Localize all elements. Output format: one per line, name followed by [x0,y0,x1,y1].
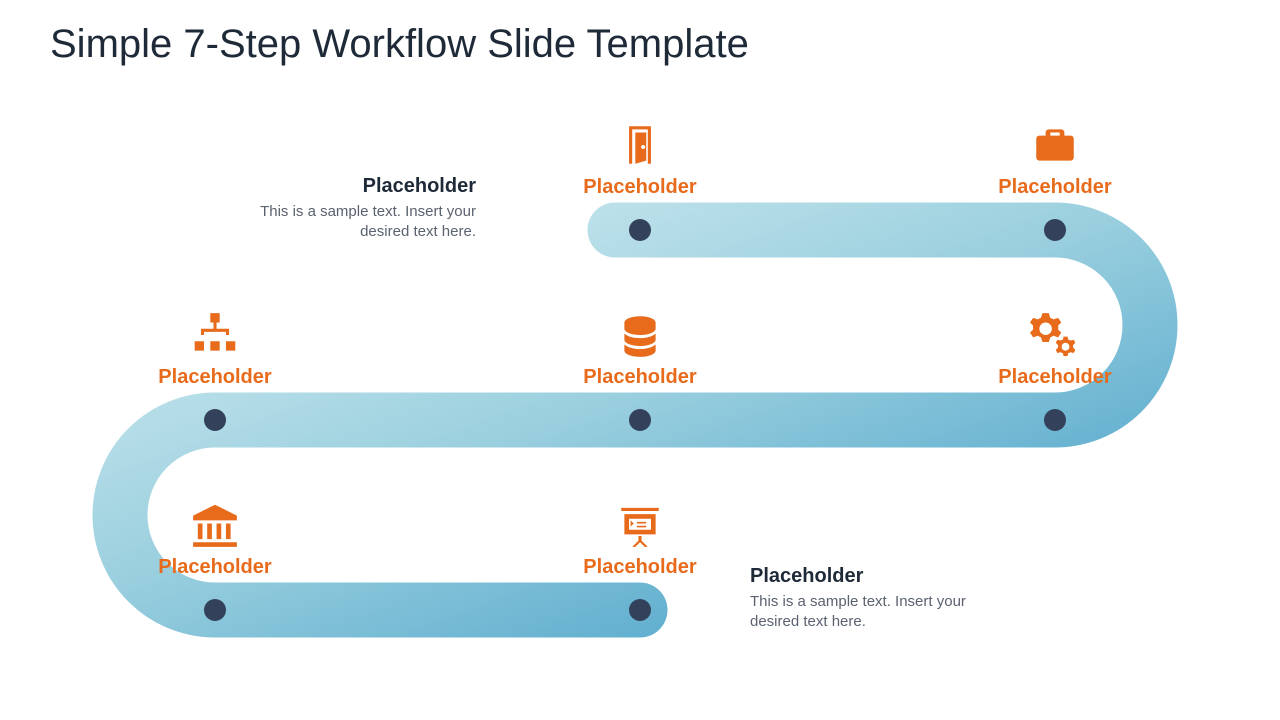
database-icon [615,310,665,360]
step-label-1: Placeholder [583,176,696,199]
presentation-icon [615,500,665,550]
step-dot-2 [1044,219,1066,241]
step-dot-4 [629,409,651,431]
end-note-body: This is a sample text. Insert your desir… [750,592,980,633]
step-label-5: Placeholder [158,366,271,389]
step-dot-1 [629,219,651,241]
gears-icon [1030,310,1080,360]
step-label-2: Placeholder [998,176,1111,199]
door-icon [615,120,665,170]
step-dot-3 [1044,409,1066,431]
org-chart-icon [190,310,240,360]
step-dot-7 [629,599,651,621]
start-note-title: Placeholder [246,175,476,198]
step-dot-5 [204,409,226,431]
end-note: Placeholder This is a sample text. Inser… [750,565,980,633]
step-label-3: Placeholder [998,366,1111,389]
step-dot-6 [204,599,226,621]
step-label-6: Placeholder [158,556,271,579]
step-label-4: Placeholder [583,366,696,389]
step-label-7: Placeholder [583,556,696,579]
briefcase-icon [1030,120,1080,170]
end-note-title: Placeholder [750,565,980,588]
start-note: Placeholder This is a sample text. Inser… [246,175,476,243]
slide-root: { "title": "Simple 7-Step Workflow Slide… [0,0,1280,720]
start-note-body: This is a sample text. Insert your desir… [246,202,476,243]
bank-icon [190,500,240,550]
